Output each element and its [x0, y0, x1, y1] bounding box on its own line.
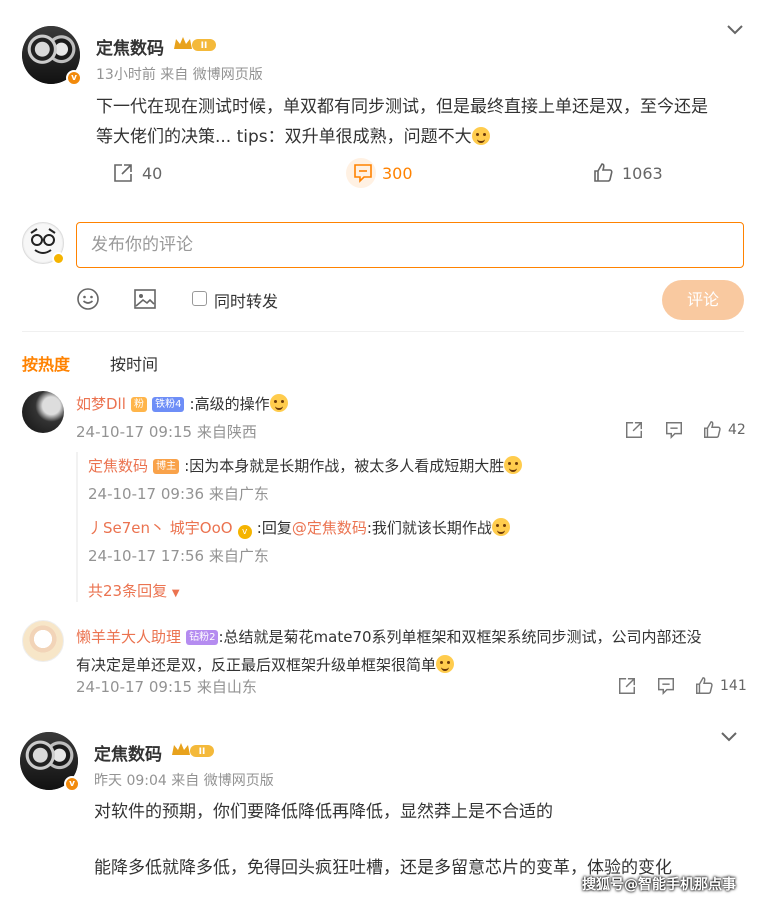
comment-text: :高级的操作: [189, 395, 270, 413]
grin-emoji-icon: [491, 518, 510, 536]
verified-icon: v: [66, 70, 82, 86]
post-text: 下一代在现在测试时候，单双都有同步测试，但是最终直接上单还是双，至今还是 等大佬…: [96, 92, 756, 152]
tab-sort-hot[interactable]: 按热度: [22, 351, 70, 375]
fan-badge: 钻粉2: [186, 630, 219, 645]
verified-icon: v: [237, 525, 252, 539]
chevron-down-icon[interactable]: [720, 731, 738, 743]
comment-input[interactable]: 发布你的评论: [76, 222, 744, 268]
author-badge: 博主: [153, 459, 180, 474]
cat-emoji-icon: [436, 655, 455, 673]
share-icon: [114, 164, 132, 182]
comment-input-placeholder: 发布你的评论: [91, 235, 193, 255]
share-icon[interactable]: [624, 420, 644, 440]
emoji-icon[interactable]: [76, 287, 100, 311]
verified-icon: v: [64, 776, 80, 792]
more-replies-label: 共23条回复: [88, 582, 168, 600]
post-source: 来自 微博网页版: [171, 773, 274, 789]
reply-author-name[interactable]: 定焦数码: [88, 457, 148, 475]
comment-like-count: 141: [720, 678, 747, 694]
reply-icon[interactable]: [664, 420, 684, 440]
reply-line: 丿Se7en丶 城宇OoO v :回复@定焦数码:我们就该长期作战: [88, 517, 510, 539]
post-text-line: 下一代在现在测试时候，单双都有同步测试，但是最终直接上单还是双，至今还是: [96, 97, 708, 117]
yummy-emoji-icon: [471, 127, 490, 145]
comment-like-button[interactable]: 141: [694, 676, 747, 696]
repost-checkbox[interactable]: [192, 291, 207, 306]
repost-button[interactable]: 40: [112, 162, 162, 184]
like-button[interactable]: 1063: [592, 162, 663, 184]
comment-like-count: 42: [728, 422, 746, 438]
reply-prefix: :回复: [256, 519, 292, 537]
comment-line: 懒羊羊大人助理 钻粉2:总结就是菊花mate70系列单框架和双框架系统同步测试，…: [76, 623, 744, 679]
more-replies-link[interactable]: 共23条回复 ▼: [88, 580, 180, 601]
post-source: 来自 微博网页版: [160, 67, 263, 83]
vip-crown-icon: II: [174, 37, 216, 51]
comment-meta: 24-10-17 09:15 来自陕西: [76, 423, 257, 441]
repost-count: 40: [142, 163, 163, 183]
svg-text:II: II: [199, 747, 206, 757]
comment-avatar[interactable]: [22, 620, 64, 662]
reply-meta: 24-10-17 09:36 来自广东: [88, 485, 269, 503]
fan-badge: 铁粉4: [152, 397, 185, 412]
my-verified-icon: [52, 252, 65, 265]
caret-down-icon: ▼: [171, 588, 180, 599]
thumbs-up-icon: [704, 421, 721, 438]
commenter-name[interactable]: 懒羊羊大人助理: [76, 628, 181, 646]
post-author-name[interactable]: 定焦数码: [94, 740, 162, 765]
svg-text:II: II: [201, 41, 208, 51]
chevron-down-icon[interactable]: [726, 24, 744, 36]
reply-text: :因为本身就是长期作战，被太多人看成短期大胜: [184, 457, 505, 475]
mention-link[interactable]: @定焦数码: [292, 519, 367, 537]
image-icon[interactable]: [133, 287, 157, 311]
post-text-line: 等大佬们的决策... tips：双升单很成熟，问题不大: [96, 127, 472, 147]
cat-emoji-icon: [504, 456, 523, 474]
comment-button[interactable]: 300: [352, 162, 413, 184]
reply-line: 定焦数码 博主 :因为本身就是长期作战，被太多人看成短期大胜: [88, 455, 523, 476]
post-author-name[interactable]: 定焦数码: [96, 34, 164, 59]
post-separator: [0, 712, 766, 720]
comment-text-line: :总结就是菊花mate70系列单框架和双框架系统同步测试，公司内部还没: [218, 628, 702, 646]
post-text-line: 对软件的预期，你们要降低降低再降低，显然莽上是不合适的: [94, 802, 553, 822]
post-time[interactable]: 13小时前: [96, 67, 156, 83]
reply-meta: 24-10-17 17:56 来自广东: [88, 547, 269, 565]
like-count: 1063: [622, 163, 663, 183]
reply-text: :我们就该长期作战: [366, 519, 492, 537]
reply-author-name[interactable]: 丿Se7en丶 城宇OoO: [88, 519, 233, 537]
commenter-name[interactable]: 如梦Dll: [76, 395, 126, 413]
share-icon[interactable]: [617, 676, 637, 696]
fan-level-badge: 粉: [130, 397, 147, 412]
comment-meta: 24-10-17 09:15 来自山东: [76, 678, 257, 696]
cat-emoji-icon: [269, 394, 288, 412]
tab-sort-time[interactable]: 按时间: [110, 351, 158, 375]
post-text: 对软件的预期，你们要降低降低再降低，显然莽上是不合适的 能降多低就降多低，免得回…: [94, 797, 754, 883]
vip-crown-icon: II: [172, 743, 214, 757]
submit-comment-button[interactable]: 评论: [662, 280, 744, 320]
comment-icon: [354, 164, 372, 183]
divider: [22, 331, 744, 332]
comment-count: 300: [382, 163, 413, 183]
comment-text-line: 有决定是单还是双，反正最后双框架升级单框架很简单: [76, 656, 437, 674]
thumbs-up-icon: [594, 163, 613, 182]
post-time[interactable]: 昨天 09:04: [94, 773, 167, 789]
comment-line: 如梦Dll 粉 铁粉4 :高级的操作: [76, 393, 288, 414]
comment-like-button[interactable]: 42: [702, 420, 746, 440]
comment-avatar[interactable]: [22, 391, 64, 433]
repost-checkbox-label[interactable]: 同时转发: [214, 288, 278, 312]
reply-icon[interactable]: [656, 676, 676, 696]
watermark: 搜狐号@智能手机那点事: [582, 877, 736, 893]
post-meta: 昨天 09:04 来自 微博网页版: [94, 770, 274, 790]
post-meta: 13小时前 来自 微博网页版: [96, 64, 263, 84]
thumbs-up-icon: [696, 677, 713, 694]
